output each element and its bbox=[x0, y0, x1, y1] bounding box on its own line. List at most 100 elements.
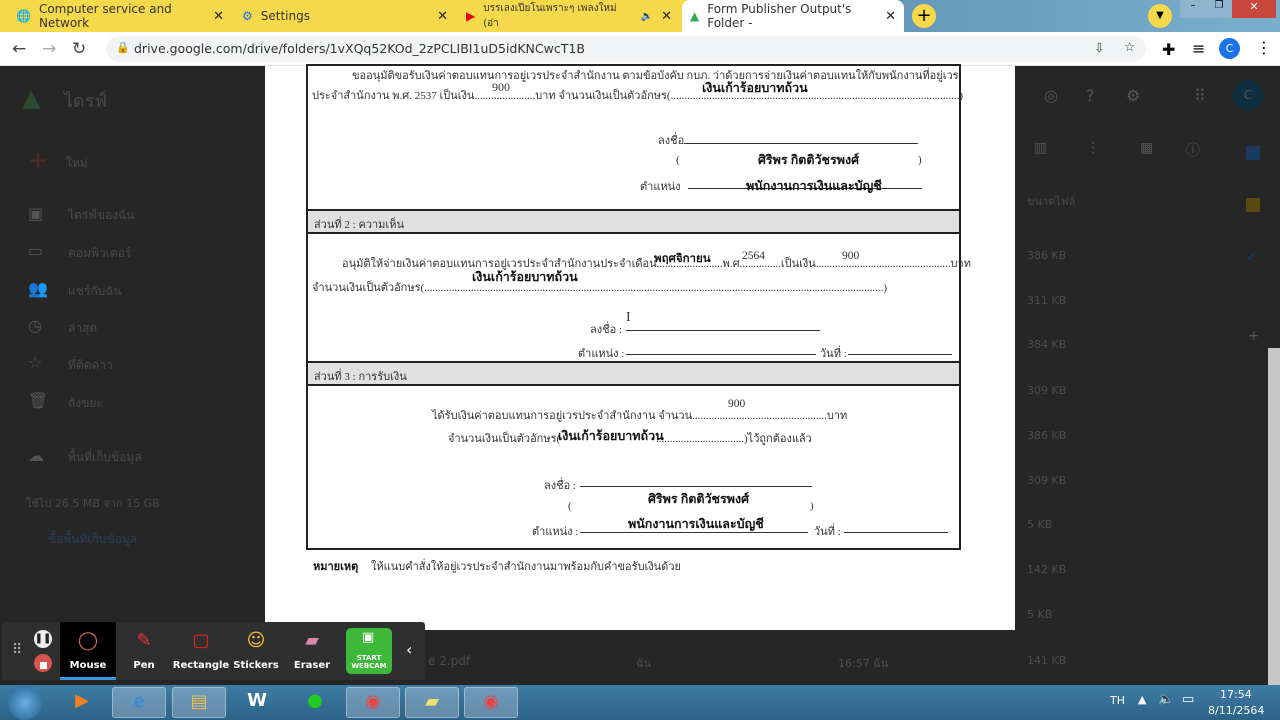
tasks-icon[interactable]: ✔ bbox=[1246, 250, 1257, 265]
sticky-notes-icon[interactable]: ▰ bbox=[405, 687, 459, 718]
browser-tab-bar: 🌐 Computer service and Network ✕ ⚙ Setti… bbox=[0, 0, 1280, 32]
section1-text: ขออนุมัติขอรับเงินค่าตอบแทนการอยู่เวรประ… bbox=[352, 70, 959, 82]
new-tab-button[interactable]: + bbox=[912, 4, 936, 28]
section2-header: ส่วนที่ 2 : ความเห็น bbox=[308, 209, 959, 234]
file-modified: 16:57 ฉัน bbox=[838, 657, 889, 670]
trash-icon: 🗑 bbox=[28, 391, 49, 410]
star-icon[interactable]: ☆ bbox=[1124, 39, 1135, 54]
tab-computer-service[interactable]: 🌐 Computer service and Network ✕ bbox=[8, 0, 232, 32]
screen-recorder-toolbar: ⠿ ❚❚ ◯ Mouse ✎ Pen ▢ Rectangle ☺ Stickers ▰ E… bbox=[2, 622, 425, 680]
collapse-chevron-icon[interactable]: ‹ bbox=[406, 640, 412, 659]
tab-drive-folder[interactable]: ▲ Form Publisher Output's Folder - ✕ bbox=[682, 0, 904, 32]
media-control-icon[interactable]: ≡ bbox=[1192, 39, 1205, 58]
file-explorer-icon[interactable]: ▤ bbox=[172, 687, 226, 718]
tool-rectangle[interactable]: ▢ Rectangle bbox=[172, 622, 230, 680]
tool-label: Stickers bbox=[233, 660, 279, 671]
sidebar-item-computers[interactable]: คอมพิวเตอร์ bbox=[68, 244, 131, 263]
section2-text: จำนวนเงินเป็นตัวอักษร(..................… bbox=[312, 282, 888, 294]
network-icon[interactable]: ▭ bbox=[1182, 692, 1194, 707]
close-tab-icon[interactable]: ✕ bbox=[661, 9, 672, 24]
minimize-button[interactable]: – bbox=[1180, 0, 1206, 18]
paren: ) bbox=[918, 154, 922, 166]
pause-button[interactable]: ❚❚ bbox=[34, 630, 52, 648]
windows-taskbar: ▶ e ▤ W ● ◉ ▰ ◉ TH ▲ 🔈 ▭ 17:54 8/11/2564 bbox=[0, 685, 1280, 720]
webcam-icon: ▣ bbox=[362, 630, 375, 645]
tool-stickers[interactable]: ☺ Stickers bbox=[228, 622, 284, 680]
sign-label: ลงชื่อ bbox=[658, 135, 685, 147]
file-size: 141 KB bbox=[1027, 654, 1067, 667]
tab-youtube[interactable]: ▶ บรรเลงเปียโนเพราะๆ เพลงใหม่ (อ่า 🔈 ✕ bbox=[458, 0, 680, 32]
keep-icon[interactable] bbox=[1246, 198, 1260, 212]
sidebar-item-recent[interactable]: ล่าสุด bbox=[68, 319, 97, 338]
menu-icon[interactable]: ⋮ bbox=[1256, 38, 1272, 57]
file-name[interactable]: e 2.pdf bbox=[428, 654, 470, 668]
buy-storage-link[interactable]: ซื้อพื้นที่เก็บข้อมูล bbox=[48, 530, 137, 549]
google-drive-icon: ▲ bbox=[690, 9, 700, 23]
profile-avatar[interactable]: C bbox=[1219, 38, 1240, 59]
my-drive-icon: ▣ bbox=[28, 204, 44, 223]
sign-label: ลงชื่อ : bbox=[544, 480, 576, 492]
tab-search-button[interactable]: ▼ bbox=[1148, 4, 1172, 28]
globe-icon: 🌐 bbox=[16, 9, 31, 23]
year-value: 2564 bbox=[742, 250, 765, 262]
help-icon[interactable]: ? bbox=[1086, 86, 1095, 105]
tray-chevron-icon[interactable]: ▲ bbox=[1138, 693, 1146, 706]
line-icon[interactable]: ● bbox=[288, 687, 342, 718]
language-indicator[interactable]: TH bbox=[1110, 694, 1125, 707]
speaker-icon[interactable]: 🔈 bbox=[641, 11, 653, 22]
tool-pen[interactable]: ✎ Pen bbox=[116, 622, 172, 680]
size-column-header[interactable]: ขนาดไฟล์ bbox=[1027, 192, 1075, 210]
back-icon[interactable]: ← bbox=[12, 39, 26, 59]
drag-handle-icon[interactable]: ⠿ bbox=[12, 642, 22, 658]
plus-icon[interactable]: + bbox=[28, 146, 48, 174]
grid-view-icon[interactable]: ▦ bbox=[1140, 140, 1153, 156]
reload-icon[interactable]: ↻ bbox=[72, 39, 86, 59]
trash-action-icon[interactable]: ▥ bbox=[1034, 140, 1047, 156]
volume-icon[interactable]: 🔈 bbox=[1158, 692, 1174, 707]
install-icon[interactable]: ⇩ bbox=[1094, 40, 1104, 55]
offline-icon[interactable]: ◎ bbox=[1044, 86, 1058, 105]
sidebar-item-my-drive[interactable]: ไดรฟ์ของฉัน bbox=[68, 206, 134, 225]
extensions-icon[interactable]: ✚ bbox=[1162, 40, 1175, 59]
add-addon-icon[interactable]: + bbox=[1248, 328, 1260, 344]
tool-eraser[interactable]: ▰ Eraser bbox=[284, 622, 340, 680]
close-tab-icon[interactable]: ✕ bbox=[213, 9, 224, 24]
tab-settings[interactable]: ⚙ Settings ✕ bbox=[234, 0, 456, 32]
word-icon[interactable]: W bbox=[230, 687, 284, 718]
info-icon[interactable]: ⓘ bbox=[1186, 140, 1200, 160]
sidebar-item-starred[interactable]: ที่ติดดาว bbox=[68, 356, 113, 375]
close-window-button[interactable]: ✕ bbox=[1232, 0, 1276, 18]
url-bar[interactable]: 🔒 drive.google.com/drive/folders/1vXQq52… bbox=[106, 36, 1146, 62]
media-player-icon[interactable]: ▶ bbox=[55, 687, 109, 718]
sidebar-item-trash[interactable]: ถังขยะ bbox=[68, 394, 103, 413]
start-webcam-button[interactable]: ▣ START WEBCAM bbox=[346, 628, 392, 674]
note-text: ให้แนบคำสั่งให้อยู่เวรประจำสำนักงานมาพร้… bbox=[371, 561, 681, 573]
sidebar-item-shared[interactable]: แชร์กับฉัน bbox=[68, 282, 122, 301]
stop-button[interactable] bbox=[34, 654, 52, 672]
start-button[interactable] bbox=[8, 686, 42, 720]
section1-text: ประจำสำนักงาน พ.ศ. 2537 เป็นเงิน........… bbox=[312, 90, 502, 102]
clock-time[interactable]: 17:54 bbox=[1220, 688, 1252, 701]
settings-icon[interactable]: ⚙ bbox=[1126, 86, 1140, 105]
apps-icon[interactable]: ⠿ bbox=[1194, 86, 1206, 105]
account-avatar[interactable]: C bbox=[1233, 80, 1263, 110]
restore-button[interactable]: ❐ bbox=[1206, 0, 1232, 18]
scrollbar[interactable] bbox=[1268, 348, 1280, 685]
internet-explorer-icon[interactable]: e bbox=[112, 687, 166, 718]
sidebar-item-storage[interactable]: พื้นที่เก็บข้อมูล bbox=[68, 448, 142, 467]
new-button[interactable]: ใหม่ bbox=[66, 154, 88, 173]
close-tab-icon[interactable]: ✕ bbox=[437, 9, 448, 24]
forward-icon[interactable]: → bbox=[42, 39, 56, 59]
payment-form: ขออนุมัติขอรับเงินค่าตอบแทนการอยู่เวรประ… bbox=[306, 64, 971, 550]
clock-icon: ◷ bbox=[28, 316, 42, 335]
position-label: ตำแหน่ง : bbox=[532, 526, 579, 538]
paren: ( bbox=[568, 500, 572, 512]
gear-icon: ⚙ bbox=[242, 9, 253, 23]
clock-date[interactable]: 8/11/2564 bbox=[1208, 704, 1264, 717]
more-icon[interactable]: ⋮ bbox=[1086, 140, 1100, 156]
close-tab-icon[interactable]: ✕ bbox=[885, 9, 896, 24]
calendar-icon[interactable] bbox=[1246, 146, 1260, 160]
chrome-icon[interactable]: ◉ bbox=[346, 687, 400, 718]
chrome-icon[interactable]: ◉ bbox=[464, 687, 518, 718]
tool-mouse[interactable]: ◯ Mouse bbox=[60, 622, 116, 680]
